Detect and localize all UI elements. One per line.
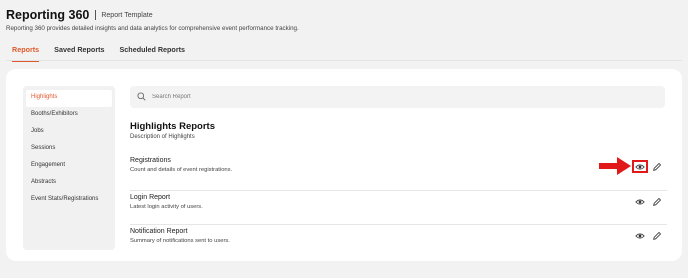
app-description: Reporting 360 provides detailed insights… [6,25,299,32]
sidebar-item-event-stats-registrations[interactable]: Event Stats/Registrations [26,192,112,209]
report-description: Count and details of event registrations… [130,167,233,173]
view-report-button[interactable] [635,231,645,241]
section-description: Description of Highlights [130,134,195,140]
sidebar-item-abstracts[interactable]: Abstracts [26,175,112,192]
sidebar-item-highlights[interactable]: Highlights [26,90,112,107]
report-name: Registrations [130,157,171,164]
report-description: Latest login activity of users. [130,204,203,210]
report-name: Notification Report [130,228,188,235]
tabs-divider [6,60,682,61]
pencil-icon [653,231,662,240]
report-row-notification-report: Notification Report Summary of notificat… [130,225,667,259]
edit-report-button[interactable] [652,231,662,241]
report-template-label: Report Template [101,11,153,19]
red-arrow-icon [599,157,631,175]
reports-card: Highlights Booths/Exhibitors Jobs Sessio… [6,69,682,261]
view-button-highlight [632,160,648,173]
report-row-login-report: Login Report Latest login activity of us… [130,191,667,225]
search-icon [137,88,146,106]
app-title: Reporting 360 [6,8,90,22]
edit-report-button[interactable] [652,197,662,207]
pencil-icon [653,197,662,206]
section-title: Highlights Reports [130,121,215,132]
title-divider [95,10,97,20]
report-description: Summary of notifications sent to users. [130,238,230,244]
edit-report-button[interactable] [652,162,662,172]
page-header: Reporting 360 Report Template [6,8,153,22]
eye-icon [635,233,645,239]
view-report-button[interactable] [635,197,645,207]
report-name: Login Report [130,194,171,201]
search-input[interactable] [152,94,552,100]
eye-icon [635,199,645,205]
sidebar-item-jobs[interactable]: Jobs [26,124,112,141]
category-sidebar: Highlights Booths/Exhibitors Jobs Sessio… [23,86,115,250]
sidebar-item-engagement[interactable]: Engagement [26,158,112,175]
report-row-registrations: Registrations Count and details of event… [130,157,667,191]
sidebar-item-sessions[interactable]: Sessions [26,141,112,158]
sidebar-item-booths-exhibitors[interactable]: Booths/Exhibitors [26,107,112,124]
pencil-icon [653,162,662,171]
search-bar [130,86,665,108]
